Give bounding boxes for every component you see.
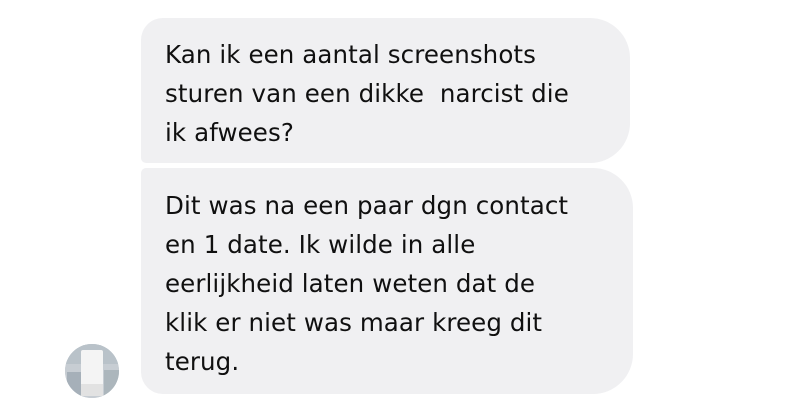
- message-bubble-2[interactable]: Dit was na een paar dgn contact en 1 dat…: [141, 168, 633, 394]
- chat-thread: Kan ik een aantal screenshots sturen van…: [0, 0, 800, 420]
- contact-avatar-icon: [65, 344, 119, 398]
- message-bubble-1[interactable]: Kan ik een aantal screenshots sturen van…: [141, 18, 630, 163]
- avatar[interactable]: [65, 344, 119, 398]
